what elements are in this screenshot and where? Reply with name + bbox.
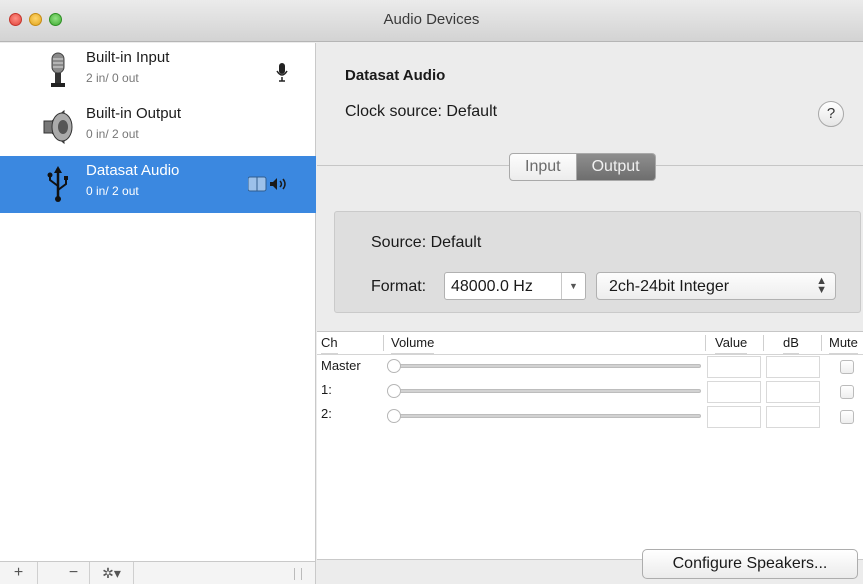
mute-checkbox[interactable] <box>840 385 854 399</box>
bottom-bar: Configure Speakers... <box>317 549 863 584</box>
device-io: 0 in/ 2 out <box>86 184 139 198</box>
column-separator <box>705 335 706 351</box>
device-name: Built-in Input <box>86 49 170 66</box>
volume-slider-knob[interactable] <box>387 384 401 398</box>
value-field[interactable] <box>707 381 761 403</box>
format-label: Format: <box>371 278 427 295</box>
device-io: 0 in/ 2 out <box>86 127 139 141</box>
device-detail-pane: Datasat Audio Clock source: Default ? In… <box>317 43 863 584</box>
device-name: Datasat Audio <box>86 162 180 179</box>
channel-label: 2: <box>321 406 332 421</box>
up-down-arrows-icon: ▲ ▼ <box>816 275 827 296</box>
window-title: Audio Devices <box>383 11 480 28</box>
mute-checkbox[interactable] <box>840 360 854 374</box>
header-divider <box>317 354 863 355</box>
db-field[interactable] <box>766 406 820 428</box>
add-device-button[interactable]: + <box>0 562 38 584</box>
db-field[interactable] <box>766 356 820 378</box>
device-list[interactable]: Built-in Input 2 in/ 0 out Built-in Outp… <box>0 43 316 561</box>
device-item-datasat-audio[interactable]: Datasat Audio 0 in/ 2 out <box>0 156 316 213</box>
value-field[interactable] <box>707 406 761 428</box>
mute-checkbox[interactable] <box>840 410 854 424</box>
channel-label: Master <box>321 358 361 373</box>
bit-format-value: 2ch-24bit Integer <box>609 278 730 295</box>
column-header-value: Value <box>715 332 748 354</box>
db-field[interactable] <box>766 381 820 403</box>
usb-icon <box>47 166 68 202</box>
chevron-down-icon: ▼ <box>561 273 585 299</box>
sidebar-toolbar: + − ✲▾ <box>0 561 316 584</box>
device-name: Built-in Output <box>86 105 182 122</box>
tab-input[interactable]: Input <box>509 153 577 181</box>
source-label: Source: Default <box>371 234 482 251</box>
device-title: Datasat Audio <box>345 67 446 84</box>
microphone-icon <box>276 63 288 82</box>
volume-slider-knob[interactable] <box>387 359 401 373</box>
help-button[interactable]: ? <box>818 101 844 127</box>
column-header-volume: Volume <box>391 332 435 354</box>
sample-rate-select[interactable]: 48000.0 Hz ▼ <box>444 272 586 300</box>
column-header-db: dB <box>783 332 799 354</box>
value-field[interactable] <box>707 356 761 378</box>
column-separator <box>383 335 384 351</box>
column-separator <box>821 335 822 351</box>
device-item-built-in-input[interactable]: Built-in Input 2 in/ 0 out <box>0 43 316 100</box>
remove-device-button[interactable]: − <box>58 562 90 584</box>
sample-rate-value: 48000.0 Hz <box>451 278 533 295</box>
channel-volume-table: Ch Volume Value dB Mute Master 1: 2: <box>317 331 863 559</box>
volume-slider-track[interactable] <box>389 364 701 368</box>
column-separator <box>763 335 764 351</box>
device-io: 2 in/ 0 out <box>86 71 139 85</box>
volume-slider-knob[interactable] <box>387 409 401 423</box>
io-segmented-control: Input Output <box>509 153 656 181</box>
device-item-built-in-output[interactable]: Built-in Output 0 in/ 2 out <box>0 99 316 156</box>
resize-handle[interactable] <box>294 568 302 580</box>
microphone-icon <box>51 52 65 87</box>
column-header-mute: Mute <box>829 332 858 354</box>
format-box: Source: Default Format: 48000.0 Hz ▼ 2ch… <box>334 211 861 313</box>
title-bar: Audio Devices <box>0 0 863 42</box>
gear-menu-button[interactable]: ✲▾ <box>90 562 134 584</box>
finder-speaker-icon <box>248 176 286 192</box>
speaker-icon <box>43 109 73 145</box>
bit-format-select[interactable]: 2ch-24bit Integer ▲ ▼ <box>596 272 836 300</box>
clock-source-label: Clock source: Default <box>345 103 498 120</box>
tab-output[interactable]: Output <box>576 153 656 181</box>
column-header-ch: Ch <box>321 332 338 354</box>
configure-speakers-button[interactable]: Configure Speakers... <box>642 549 858 579</box>
volume-slider-track[interactable] <box>389 389 701 393</box>
channel-label: 1: <box>321 382 332 397</box>
volume-slider-track[interactable] <box>389 414 701 418</box>
